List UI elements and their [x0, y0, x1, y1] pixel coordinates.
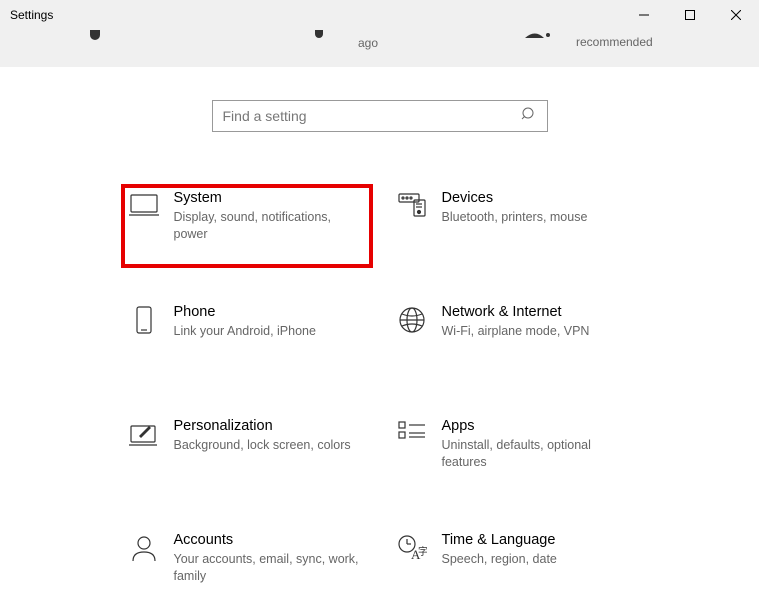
tile-title: Personalization [174, 418, 351, 434]
tile-title: Accounts [174, 532, 364, 548]
header-fragment-text: recommended [576, 35, 653, 49]
devices-icon [388, 190, 436, 218]
tile-title: Network & Internet [442, 304, 590, 320]
globe-icon [388, 304, 436, 334]
time-language-icon: A字 [388, 532, 436, 562]
tile-accounts[interactable]: Accounts Your accounts, email, sync, wor… [112, 526, 380, 598]
tile-title: Phone [174, 304, 316, 320]
close-button[interactable] [713, 0, 759, 30]
tile-apps[interactable]: Apps Uninstall, defaults, optional featu… [380, 412, 652, 484]
tile-desc: Uninstall, defaults, optional features [442, 437, 636, 471]
header-fragment-dot [90, 30, 100, 40]
window-controls [621, 0, 759, 30]
tile-devices[interactable]: Devices Bluetooth, printers, mouse [380, 184, 652, 256]
tile-network[interactable]: Network & Internet Wi-Fi, airplane mode,… [380, 298, 652, 370]
tile-title: Devices [442, 190, 588, 206]
header-fragment-text: ago [358, 36, 378, 50]
titlebar: Settings [0, 0, 759, 30]
tile-time-language[interactable]: A字 Time & Language Speech, region, date [380, 526, 652, 598]
tile-desc: Display, sound, notifications, power [174, 209, 364, 243]
search-input[interactable] [223, 108, 521, 124]
maximize-button[interactable] [667, 0, 713, 30]
tile-desc: Speech, region, date [442, 551, 557, 568]
system-icon [120, 190, 168, 218]
tile-desc: Wi-Fi, airplane mode, VPN [442, 323, 590, 340]
tile-title: Time & Language [442, 532, 557, 548]
header-strip: ago recommended [0, 30, 759, 67]
tile-title: Apps [442, 418, 636, 434]
header-fragment-dot [315, 30, 323, 38]
tile-phone[interactable]: Phone Link your Android, iPhone [112, 298, 332, 370]
tile-desc: Link your Android, iPhone [174, 323, 316, 340]
search-container [0, 100, 759, 132]
tile-desc: Bluetooth, printers, mouse [442, 209, 588, 226]
search-icon [521, 106, 537, 127]
tile-desc: Your accounts, email, sync, work, family [174, 551, 364, 585]
apps-icon [388, 418, 436, 444]
tile-desc: Background, lock screen, colors [174, 437, 351, 454]
tile-personalization[interactable]: Personalization Background, lock screen,… [112, 412, 367, 484]
header-fragment-dot [525, 30, 551, 46]
tile-title: System [174, 190, 364, 206]
phone-icon [120, 304, 168, 336]
personalization-icon [120, 418, 168, 448]
settings-grid: System Display, sound, notifications, po… [0, 184, 759, 598]
accounts-icon [120, 532, 168, 562]
search-box[interactable] [212, 100, 548, 132]
minimize-button[interactable] [621, 0, 667, 30]
window-title: Settings [10, 8, 53, 22]
svg-text:字: 字 [418, 545, 427, 558]
tile-system[interactable]: System Display, sound, notifications, po… [112, 184, 380, 256]
